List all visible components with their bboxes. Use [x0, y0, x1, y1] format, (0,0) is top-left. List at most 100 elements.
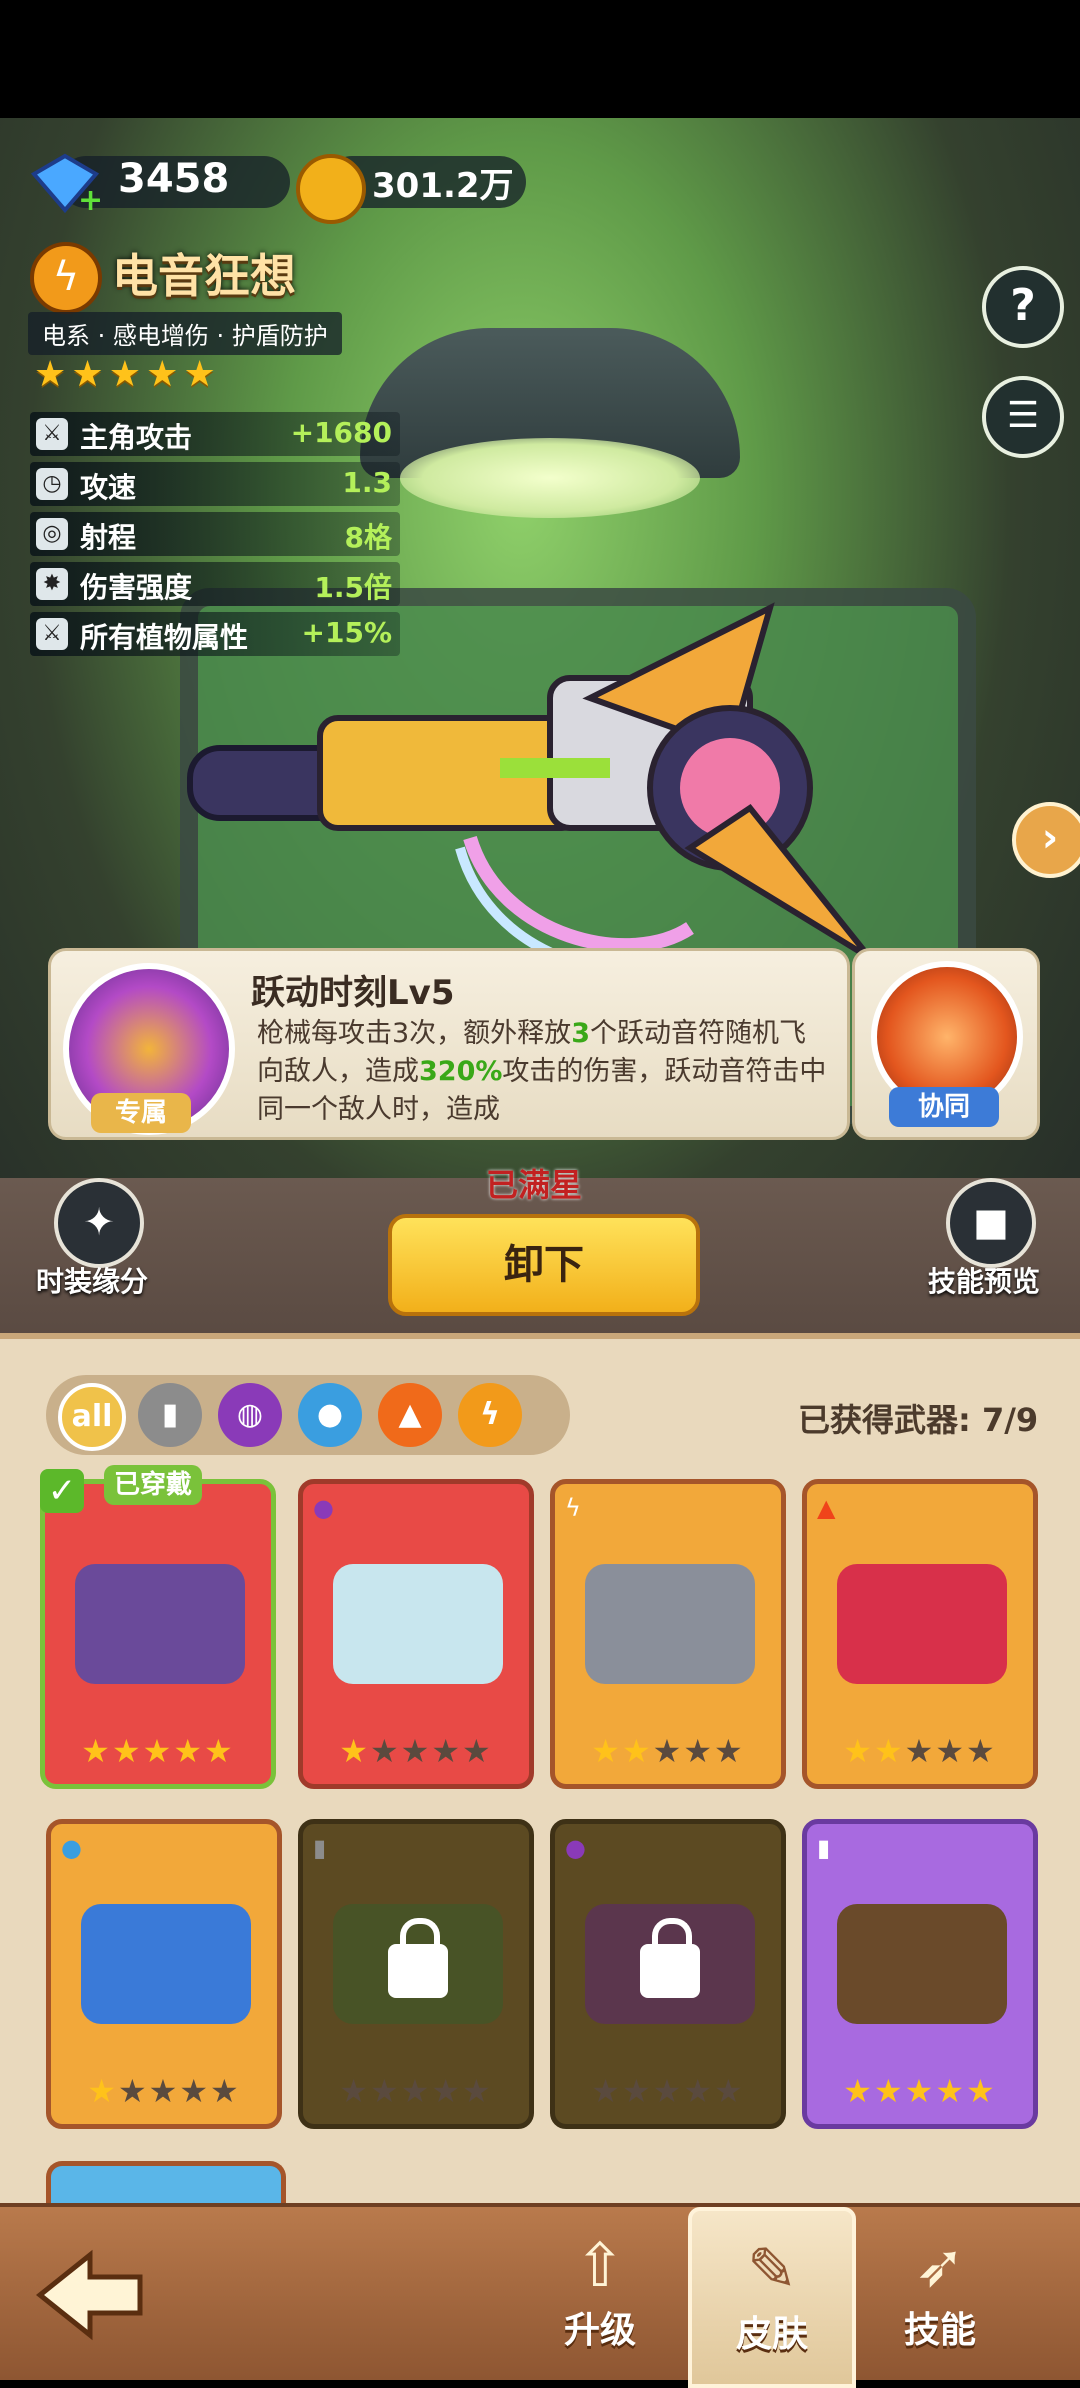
lamp-light	[400, 438, 700, 518]
tab-label: 升级	[563, 2310, 636, 2351]
weapon-tags: 电系 · 感电增伤 · 护盾防护	[28, 312, 342, 355]
skill-panel[interactable]: 专属 跃动时刻Lv5 枪械每攻击3次，额外释放3个跃动音符随机飞向敌人，造成32…	[48, 948, 850, 1140]
gems-amount: 3458	[118, 156, 230, 202]
question-icon: ?	[1010, 280, 1036, 331]
stat-value: 8格	[344, 521, 392, 554]
desc-highlight: 320%	[419, 1056, 503, 1087]
star-icon: ★	[108, 354, 142, 395]
weapon-showcase-scene: + 3458 301.2万 ϟ 电音狂想 电系 · 感电增伤 · 护盾防护 ★ …	[0, 118, 1080, 1333]
card-stars: ★★★★★	[339, 1732, 493, 1770]
skill-description: 枪械每攻击3次，额外释放3个跃动音符随机飞向敌人，造成320%攻击的伤害，跃动音…	[257, 1015, 827, 1129]
help-button[interactable]: ?	[982, 266, 1064, 348]
status-bar-area	[0, 0, 1080, 118]
star-icon: ★	[183, 354, 216, 395]
weapon-thumbnail	[837, 1904, 1007, 2024]
weapon-card[interactable]: ★★★★★	[40, 1479, 276, 1789]
weapon-card[interactable]: ▮ ★★★★★	[802, 1819, 1038, 2129]
weapon-card[interactable]: ▲ ★★★★★	[802, 1479, 1038, 1789]
card-stars: ★★★★★	[843, 1732, 997, 1770]
filter-all[interactable]: all	[58, 1383, 126, 1451]
lightning-icon[interactable]: ϟ	[458, 1383, 522, 1447]
attack-icon: ⚔	[36, 418, 68, 450]
video-camera-icon: ■	[946, 1178, 1036, 1268]
weapon-list-panel: all ▮ ◍ ● ▲ ϟ 已获得武器: 7/9 ★★★★★ ✓ 已穿戴 ● ★…	[0, 1333, 1080, 2214]
skill-preview-label: 技能预览	[928, 1265, 1041, 1298]
card-stars: ★★★★★	[591, 1732, 745, 1770]
stat-row-range: ◎ 射程 8格	[30, 512, 400, 556]
skin-icon: ✎	[746, 2235, 798, 2305]
coin-icon	[296, 154, 366, 224]
tab-skin[interactable]: ✎ 皮肤	[688, 2207, 856, 2388]
sync-tag: 协同	[889, 1087, 999, 1127]
stat-label: 主角攻击	[80, 421, 193, 454]
max-star-label: 已满星	[486, 1166, 583, 1204]
knife-icon: ▮	[313, 1834, 327, 1862]
stat-label: 射程	[80, 521, 137, 554]
upgrade-icon: ⇧	[574, 2231, 626, 2301]
menu-button[interactable]: ☰	[982, 376, 1064, 458]
lightning-icon: ϟ	[565, 1494, 581, 1522]
next-weapon-button[interactable]: ›	[1012, 802, 1080, 878]
tab-upgrade[interactable]: ⇧ 升级	[520, 2225, 680, 2375]
equipped-badge: 已穿戴	[104, 1465, 203, 1505]
desc-highlight: 3	[571, 1018, 590, 1049]
water-icon: ●	[61, 1834, 82, 1862]
water-icon[interactable]: ●	[298, 1383, 362, 1447]
element-filter-bar: all ▮ ◍ ● ▲ ϟ	[46, 1375, 570, 1455]
unequip-button[interactable]: 卸下	[388, 1214, 700, 1316]
outfit-bond-button[interactable]: ✦	[54, 1178, 144, 1268]
tab-label: 技能	[903, 2310, 976, 2351]
potion-icon: ●	[313, 1494, 334, 1522]
weapon-thumbnail	[75, 1564, 245, 1684]
weapon-stars: ★ ★ ★ ★ ★	[34, 354, 216, 395]
back-arrow-icon	[35, 2249, 143, 2341]
stat-row-plant-attr: ⚔ 所有植物属性 +15%	[30, 612, 400, 656]
svg-text:+: +	[78, 183, 100, 214]
stat-row-attack: ⚔ 主角攻击 +1680	[30, 412, 400, 456]
card-stars: ★★★★★	[591, 2072, 745, 2110]
weapon-thumbnail	[333, 1564, 503, 1684]
chevron-right-icon: ›	[1041, 815, 1059, 861]
skill-title: 跃动时刻Lv5	[251, 973, 455, 1013]
star-icon: ★	[146, 354, 179, 395]
check-icon: ✓	[40, 1469, 84, 1513]
damage-icon: ✸	[36, 568, 68, 600]
weapon-thumbnail	[585, 1564, 755, 1684]
obtained-count: 已获得武器: 7/9	[798, 1401, 1039, 1439]
weapon-card[interactable]: ● ★★★★★	[298, 1479, 534, 1789]
coins-amount: 301.2万	[372, 166, 514, 206]
stat-row-speed: ◷ 攻速 1.3	[30, 462, 400, 506]
lock-icon	[640, 1918, 700, 1998]
weapon-card-locked[interactable]: ● ★★★★★	[550, 1819, 786, 2129]
weapon-card-locked[interactable]: ▮ ★★★★★	[298, 1819, 534, 2129]
weapon-thumbnail	[837, 1564, 1007, 1684]
fire-icon[interactable]: ▲	[378, 1383, 442, 1447]
weapon-name: 电音狂想	[112, 249, 296, 303]
stat-value: 1.5倍	[314, 571, 392, 604]
weapon-card[interactable]: ϟ ★★★★★	[550, 1479, 786, 1789]
potion-icon: ●	[565, 1834, 586, 1862]
skill-preview-button[interactable]: ■	[946, 1178, 1036, 1268]
skill-icon: ➶	[914, 2231, 966, 2301]
stat-label: 攻速	[80, 471, 137, 504]
stat-value: 1.3	[342, 466, 392, 499]
target-icon: ◎	[36, 518, 68, 550]
tab-skill[interactable]: ➶ 技能	[860, 2225, 1020, 2375]
lightning-icon: ϟ	[30, 242, 102, 314]
stat-value: +15%	[301, 616, 392, 649]
card-stars: ★★★★★	[87, 2072, 241, 2110]
weapon-card[interactable]: ● ★★★★★	[46, 1819, 282, 2129]
tab-label: 皮肤	[735, 2314, 808, 2355]
fire-icon: ▲	[817, 1494, 836, 1522]
sparkle-icon: ✦	[54, 1178, 144, 1268]
desc-text: 枪械每攻击3次，额外释放	[257, 1018, 572, 1049]
knife-icon[interactable]: ▮	[138, 1383, 202, 1447]
sync-skill-panel[interactable]: 协同	[852, 948, 1040, 1140]
star-icon: ★	[34, 354, 67, 395]
stat-value: +1680	[290, 416, 392, 449]
lock-icon	[388, 1918, 448, 1998]
card-stars: ★★★★★	[339, 2072, 493, 2110]
potion-icon[interactable]: ◍	[218, 1383, 282, 1447]
plant-attack-icon: ⚔	[36, 618, 68, 650]
back-button[interactable]	[30, 2245, 150, 2349]
